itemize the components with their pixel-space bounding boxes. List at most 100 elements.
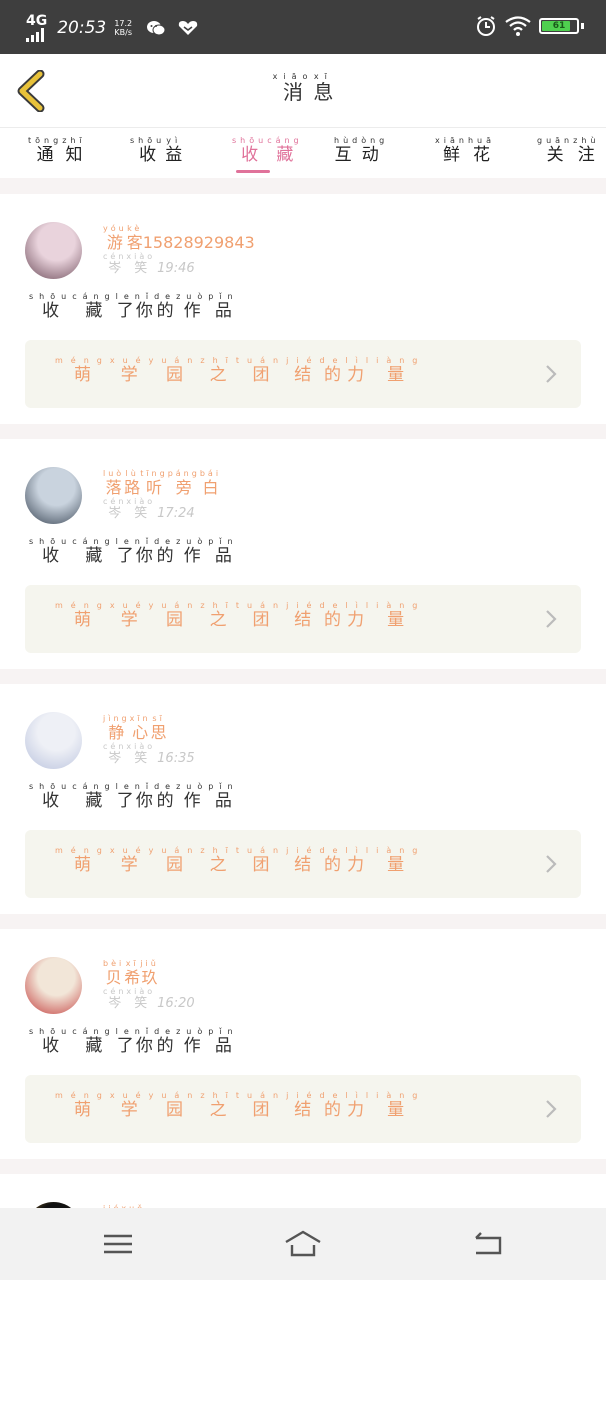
hanzi: 藏 bbox=[72, 546, 116, 566]
work-title: 萌méng学xué园yuán之zhī团tuán结jié的de力lì量liàng bbox=[55, 846, 425, 875]
hanzi: 量 bbox=[365, 1100, 426, 1120]
pinyin: zuò bbox=[176, 537, 209, 546]
hanzi: 团 bbox=[235, 1100, 287, 1120]
pinyin: tuán bbox=[235, 356, 287, 365]
ruby-char: 笑xiào bbox=[126, 742, 155, 766]
pinyin: huā bbox=[467, 136, 495, 145]
pinyin: zhī bbox=[200, 1091, 236, 1100]
pinyin: xiào bbox=[126, 497, 156, 506]
ruby-char: 学xué bbox=[110, 356, 149, 385]
pinyin: méng bbox=[55, 1091, 110, 1100]
ruby-char: 笑xiào bbox=[126, 252, 155, 276]
username[interactable]: 落luò路lù听tīng旁páng白bái bbox=[103, 469, 221, 498]
pinyin: lù bbox=[124, 469, 141, 478]
hanzi: 收 bbox=[130, 145, 166, 165]
hanzi: 你 bbox=[134, 546, 155, 566]
work-link[interactable]: 萌méng学xué园yuán之zhī团tuán结jié的de力lì量liàng bbox=[25, 585, 581, 653]
pinyin: jiǔ bbox=[140, 959, 159, 968]
pinyin: tōng bbox=[28, 136, 63, 145]
pinyin: méng bbox=[55, 846, 110, 855]
pinyin: páng bbox=[167, 469, 200, 478]
hanzi: 笑 bbox=[126, 751, 156, 766]
pinyin: zuò bbox=[176, 292, 209, 301]
pinyin: le bbox=[115, 537, 135, 546]
ruby-char: 笑xiào bbox=[126, 497, 155, 521]
ruby-char: 的de bbox=[319, 1091, 345, 1120]
ruby-char: 收shōu bbox=[29, 1027, 72, 1056]
pinyin: lì bbox=[345, 601, 366, 610]
pinyin: shōu bbox=[29, 292, 73, 301]
hanzi: 贝 bbox=[103, 968, 125, 987]
username[interactable]: 静jìng心xīn思sī bbox=[103, 714, 167, 743]
hanzi: 岑 bbox=[103, 751, 127, 766]
work-link[interactable]: 萌méng学xué园yuán之zhī团tuán结jié的de力lì量liàng bbox=[25, 830, 581, 898]
ruby-char: 收shōu bbox=[29, 782, 72, 811]
hanzi: 作 bbox=[176, 301, 209, 321]
tab-3[interactable]: 互hù动dòng bbox=[334, 136, 388, 165]
ruby-char: 作zuò bbox=[176, 537, 208, 566]
pinyin: cáng bbox=[72, 537, 116, 546]
menu-icon[interactable] bbox=[98, 1228, 138, 1260]
ruby-char: 量liàng bbox=[366, 356, 426, 385]
avatar[interactable] bbox=[25, 222, 82, 279]
work-link[interactable]: 萌méng学xué园yuán之zhī团tuán结jié的de力lì量liàng bbox=[25, 1075, 581, 1143]
back-icon[interactable] bbox=[468, 1228, 508, 1260]
work-title: 萌méng学xué园yuán之zhī团tuán结jié的de力lì量liàng bbox=[55, 356, 425, 385]
pinyin: cáng bbox=[72, 782, 116, 791]
ruby-char: 结jié bbox=[286, 356, 319, 385]
pinyin: de bbox=[319, 1091, 346, 1100]
pinyin: cén bbox=[103, 987, 127, 996]
hanzi: 学 bbox=[109, 1100, 149, 1120]
ruby-char: 白bái bbox=[200, 469, 221, 497]
tab-0[interactable]: 通tōng知zhī bbox=[28, 136, 86, 165]
hanzi: 客 bbox=[126, 233, 143, 252]
tab-2[interactable]: 收shōu藏cáng bbox=[232, 136, 303, 165]
pinyin: shōu bbox=[130, 136, 166, 145]
ruby-char: 藏cáng bbox=[267, 136, 302, 165]
message-card: 贝bèi希xī玖jiǔ 岑cén笑xiào16:20 收shōu藏cáng了le你n… bbox=[0, 929, 606, 1159]
hanzi: 的 bbox=[319, 365, 346, 385]
hanzi: 的 bbox=[154, 301, 177, 321]
work-link[interactable]: 萌méng学xué园yuán之zhī团tuán结jié的de力lì量liàng bbox=[25, 340, 581, 408]
pinyin: le bbox=[115, 292, 135, 301]
hanzi: 学 bbox=[109, 610, 149, 630]
username[interactable]: 贝bèi希xī玖jiǔ bbox=[103, 959, 159, 988]
ruby-char: 你nǐ bbox=[134, 537, 155, 566]
pinyin: zhù bbox=[573, 136, 600, 145]
ruby-char: 听tīng bbox=[140, 469, 168, 497]
pinyin: kè bbox=[126, 224, 143, 233]
tab-5[interactable]: 关guān注zhù bbox=[537, 136, 599, 165]
hanzi: 收 bbox=[29, 546, 73, 566]
pinyin: tuán bbox=[235, 846, 287, 855]
pinyin: shōu bbox=[29, 537, 73, 546]
hanzi: 岑 bbox=[103, 506, 127, 521]
ruby-char: 量liàng bbox=[365, 846, 426, 875]
ruby-char: 了le bbox=[116, 537, 135, 566]
ruby-char: 之zhī bbox=[200, 846, 236, 875]
ruby-char: 客kè bbox=[126, 224, 143, 252]
tab-1[interactable]: 收shōu益yì bbox=[130, 136, 182, 165]
status-bar: 4G 20:53 17.2 KB/s 61 bbox=[0, 0, 606, 54]
ruby-char: 你nǐ bbox=[135, 292, 154, 321]
message-card: 游yóu客kè15828929843 岑cén笑xiào19:46 收shōu藏cá… bbox=[0, 194, 606, 424]
avatar[interactable] bbox=[25, 712, 82, 769]
ruby-char: 品pǐn bbox=[208, 1027, 238, 1056]
pinyin: yuán bbox=[148, 846, 201, 855]
username[interactable]: 游yóu客kè15828929843 bbox=[103, 224, 255, 253]
hanzi: 量 bbox=[365, 855, 426, 875]
hanzi: 旁 bbox=[167, 478, 200, 497]
hanzi: 落 bbox=[103, 478, 125, 497]
tab-4[interactable]: 鲜xiān花huā bbox=[435, 136, 495, 165]
ruby-char: 量liàng bbox=[366, 601, 426, 630]
avatar[interactable] bbox=[25, 467, 82, 524]
pinyin: pǐn bbox=[208, 782, 239, 791]
avatar[interactable] bbox=[25, 957, 82, 1014]
pinyin: de bbox=[319, 846, 346, 855]
hanzi: 你 bbox=[134, 1036, 155, 1056]
ruby-char: 旁páng bbox=[167, 469, 200, 497]
pinyin: yóu bbox=[103, 224, 127, 233]
ruby-char: 萌méng bbox=[55, 1091, 110, 1120]
hanzi: 园 bbox=[148, 365, 201, 385]
home-icon[interactable] bbox=[283, 1228, 323, 1260]
ruby-char: 收shōu bbox=[29, 537, 73, 566]
